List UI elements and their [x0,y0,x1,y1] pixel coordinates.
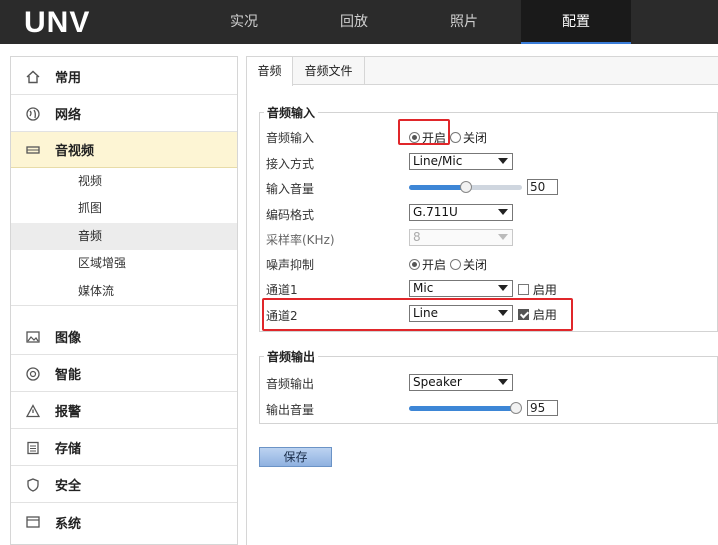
sidebar-item-smart[interactable]: 智能 [11,356,237,392]
access-mode-label: 接入方式 [266,157,315,171]
system-icon [25,514,41,530]
noise-off-label: 关闭 [463,258,488,272]
sidebar-subitem-media-stream[interactable]: 媒体流 [11,278,237,305]
chevron-down-icon [498,209,508,215]
channel1-label: 通道1 [266,283,298,297]
noise-suppression-radio-group: 开启 关闭 [409,256,491,273]
smart-icon [25,366,41,382]
tab-config[interactable]: 配置 [521,0,631,44]
audio-input-off-label: 关闭 [463,131,488,145]
highlight-audio-input-on [398,119,450,145]
input-volume-fill [409,185,466,190]
sidebar-item-label: 存储 [55,442,82,457]
alarm-icon [25,403,41,419]
sample-rate-value: 8 [413,230,421,244]
noise-on-radio[interactable] [409,259,420,270]
globe-icon [25,106,41,122]
encoding-label: 编码格式 [266,208,315,222]
sample-rate-select: 8 [409,229,513,246]
sidebar-item-label: 报警 [55,405,82,420]
chevron-down-icon [498,234,508,240]
subtab-audio-file[interactable]: 音频文件 [293,57,365,85]
output-volume-knob[interactable] [510,402,522,414]
image-icon [25,329,41,345]
audio-input-off-radio[interactable] [450,132,462,143]
noise-off-radio[interactable] [450,259,462,270]
sidebar-item-system[interactable]: 系统 [11,504,237,540]
audio-output-value: Speaker [413,375,462,389]
input-volume-label: 输入音量 [266,182,315,196]
sidebar-item-label: 智能 [55,368,82,383]
sidebar-item-label: 音视频 [55,144,95,159]
encoding-select[interactable]: G.711U [409,204,513,221]
storage-icon [25,440,41,456]
chevron-down-icon [498,379,508,385]
tab-playback[interactable]: 回放 [299,0,409,44]
input-volume-slider[interactable] [409,181,522,193]
sidebar-item-label: 图像 [55,331,82,346]
sidebar-item-storage[interactable]: 存储 [11,430,237,466]
shield-icon [25,477,41,493]
audio-subtabs: 音频 音频文件 [247,57,718,86]
home-icon [25,69,41,85]
video-icon [25,142,41,158]
sidebar-subitem-audio[interactable]: 音频 [11,222,237,251]
tab-live[interactable]: 实况 [189,0,299,44]
sidebar-item-alarm[interactable]: 报警 [11,393,237,429]
access-mode-value: Line/Mic [413,154,463,168]
channel1-enable: 启用 [518,281,557,298]
input-volume-knob[interactable] [460,181,472,193]
sidebar-item-network[interactable]: 网络 [11,96,237,132]
sidebar-subitem-video[interactable]: 视频 [11,168,237,195]
channel1-enable-checkbox[interactable] [518,284,529,295]
audio-output-legend: 音频输出 [267,350,316,364]
sidebar-item-common[interactable]: 常用 [11,59,237,95]
sidebar-subitem-snapshot[interactable]: 抓图 [11,195,237,222]
channel1-select[interactable]: Mic [409,280,513,297]
unv-logo: UNV [24,6,91,39]
audio-output-label: 音频输出 [266,377,315,391]
output-volume-label: 输出音量 [266,403,315,417]
sidebar-item-label: 网络 [55,108,82,123]
subtab-audio[interactable]: 音频 [247,57,293,86]
noise-on-label: 开启 [422,258,447,272]
save-button[interactable]: 保存 [259,447,332,467]
audio-output-select[interactable]: Speaker [409,374,513,391]
sidebar-item-image[interactable]: 图像 [11,319,237,355]
access-mode-select[interactable]: Line/Mic [409,153,513,170]
encoding-value: G.711U [413,205,458,219]
audio-input-legend: 音频输入 [267,106,316,120]
input-volume-value[interactable]: 50 [527,179,558,195]
channel1-value: Mic [413,281,434,295]
sidebar-item-security[interactable]: 安全 [11,467,237,503]
highlight-channel2-row [262,298,573,331]
sidebar-item-audio-video[interactable]: 音视频 [11,132,237,168]
output-volume-value[interactable]: 95 [527,400,558,416]
output-volume-fill [409,406,516,411]
sidebar-subitem-roi[interactable]: 区域增强 [11,250,237,277]
chevron-down-icon [498,158,508,164]
output-volume-slider[interactable] [409,402,522,414]
sidebar-item-label: 系统 [55,516,82,532]
chevron-down-icon [498,285,508,291]
sidebar-submenu: 视频 抓图 音频 区域增强 媒体流 [11,168,237,306]
tab-photo[interactable]: 照片 [409,0,519,44]
audio-input-label: 音频输入 [266,131,315,145]
noise-suppression-label: 噪声抑制 [266,258,315,272]
sample-rate-label: 采样率(KHz) [266,233,335,247]
sidebar-item-label: 安全 [55,479,82,494]
channel1-enable-label: 启用 [532,283,557,297]
sidebar-item-label: 常用 [55,71,82,86]
config-sidebar: 常用 网络 音视频 视频 抓图 音频 区域增强 媒体流 图像 智能 报警 存储 … [10,56,238,545]
top-navigation-bar: UNV 实况 回放 照片 配置 [0,0,718,44]
